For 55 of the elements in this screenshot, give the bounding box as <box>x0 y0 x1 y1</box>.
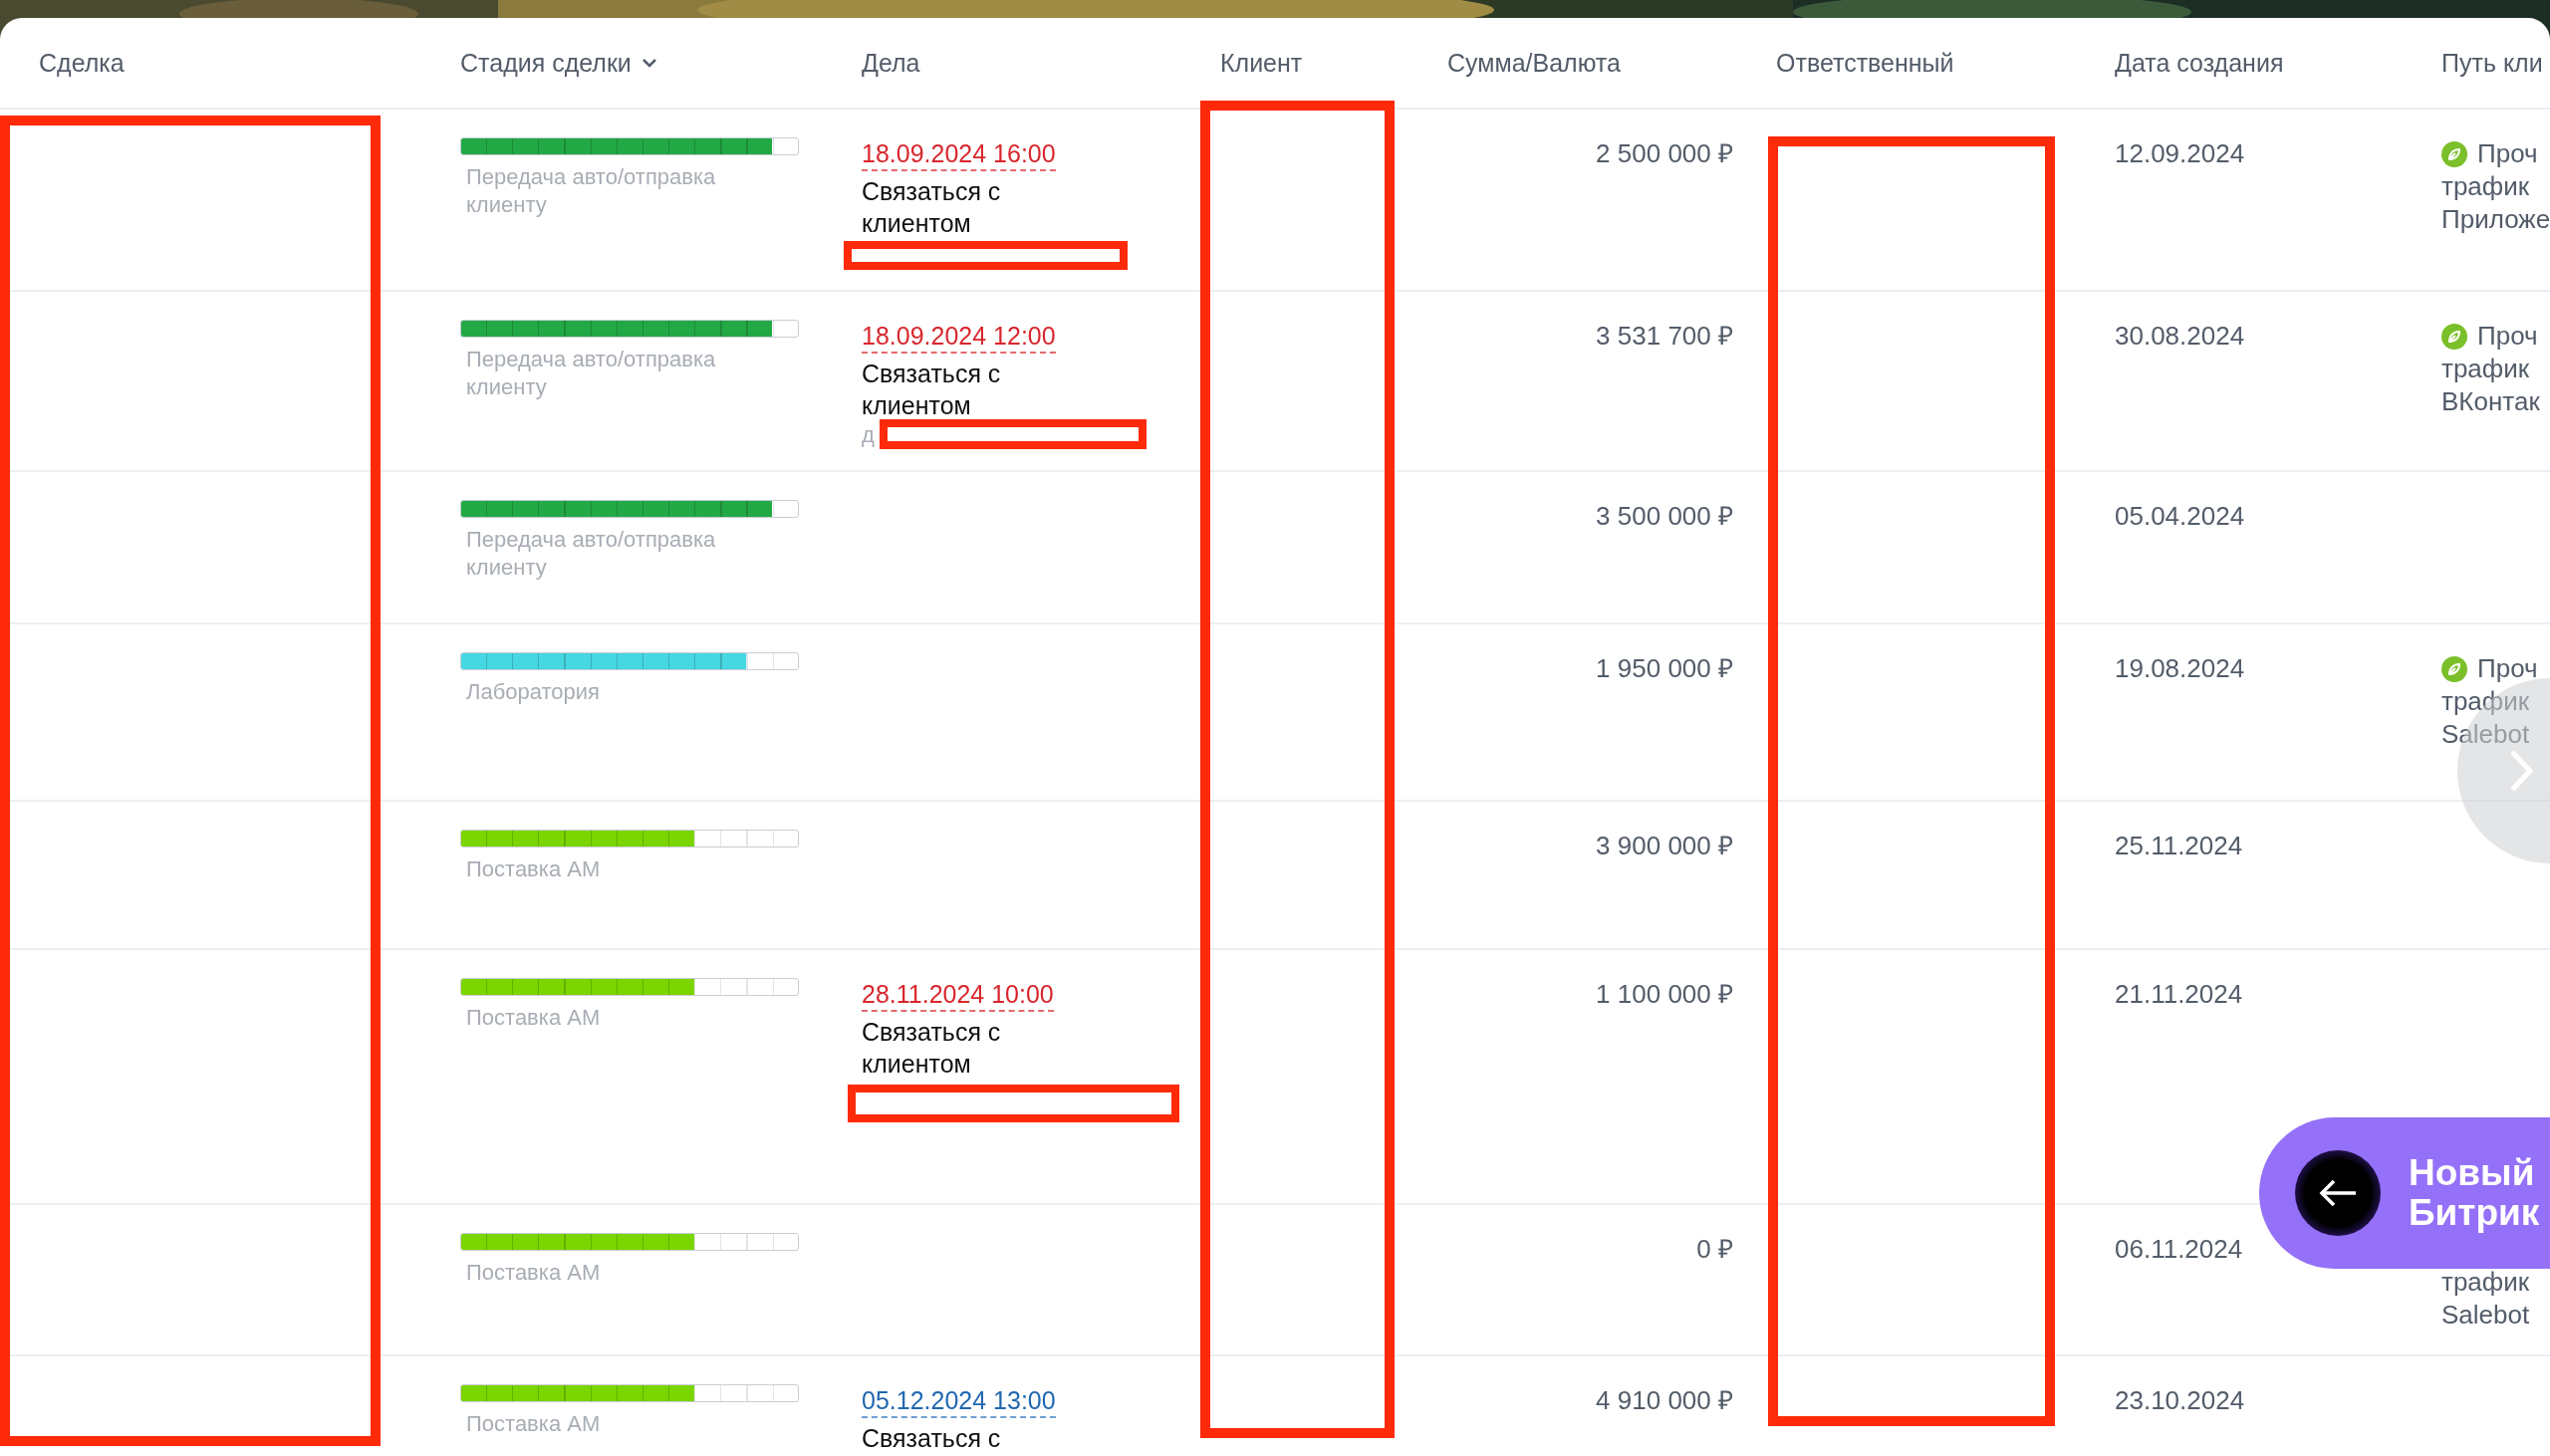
path-text: трафик <box>2441 170 2530 203</box>
stage-label: Поставка АМ <box>465 855 601 883</box>
stage-label: Поставка АМ <box>465 1410 601 1438</box>
created-date: 21.11.2024 <box>2115 978 2243 1010</box>
created-date: 06.11.2024 <box>2115 1233 2243 1265</box>
activity-deadline-link[interactable]: 18.09.2024 12:00 <box>862 320 1056 354</box>
amount: 2 500 000 ₽ <box>1596 137 1733 169</box>
path-text: Проч <box>2477 652 2538 685</box>
column-header[interactable]: Клиент <box>1220 48 1303 78</box>
path-text: Salebot <box>2441 1299 2530 1332</box>
amount: 1 100 000 ₽ <box>1596 978 1733 1010</box>
path-text: трафик <box>2441 685 2530 718</box>
created-date: 19.08.2024 <box>2115 652 2245 684</box>
activity-title: Связаться с клиентом <box>862 176 1002 239</box>
created-date: 25.11.2024 <box>2115 830 2243 861</box>
amount: 1 950 000 ₽ <box>1596 652 1733 684</box>
path-text: Приложе <box>2441 203 2550 236</box>
activity-title: Связаться с клиентом <box>862 1017 1002 1080</box>
path-text: трафик <box>2441 1266 2530 1299</box>
path-text: трафик <box>2441 353 2530 385</box>
column-header[interactable]: Сумма/Валюта <box>1447 48 1621 78</box>
path-text: Проч <box>2477 320 2538 353</box>
column-header[interactable]: Дела <box>862 48 920 78</box>
created-date: 30.08.2024 <box>2115 320 2245 352</box>
stage-label: Поставка АМ <box>465 1259 601 1287</box>
activity-note: д <box>862 421 875 449</box>
stage-label: Передача авто/отправка клиенту <box>465 346 717 401</box>
stage-label: Поставка АМ <box>465 1004 601 1032</box>
column-header[interactable]: Ответственный <box>1776 48 1954 78</box>
amount: 3 531 700 ₽ <box>1596 320 1733 352</box>
path-text: ВКонтак <box>2441 385 2540 418</box>
amount: 0 ₽ <box>1696 1233 1733 1265</box>
path-text: Salebot <box>2441 718 2530 751</box>
column-header[interactable]: Путь кли <box>2441 48 2543 78</box>
amount: 3 900 000 ₽ <box>1596 830 1733 861</box>
column-header[interactable]: Сделка <box>39 48 125 78</box>
activity-title: Связаться с клиентом <box>862 359 1002 421</box>
activity-title: Связаться с <box>862 1423 1001 1454</box>
activity-deadline-link[interactable]: 28.11.2024 10:00 <box>862 978 1054 1012</box>
created-date: 05.04.2024 <box>2115 500 2245 532</box>
stage-label: Передача авто/отправка клиенту <box>465 526 717 582</box>
amount: 3 500 000 ₽ <box>1596 500 1733 532</box>
new-version-banner[interactable]: Новый Битрик <box>2259 1117 2550 1269</box>
activity-deadline-link[interactable]: 18.09.2024 16:00 <box>862 137 1056 171</box>
stage-label: Передача авто/отправка клиенту <box>465 163 717 219</box>
column-header[interactable]: Стадия сделки <box>460 48 632 78</box>
created-date: 23.10.2024 <box>2115 1384 2245 1416</box>
column-header[interactable]: Дата создания <box>2115 48 2284 78</box>
path-text: Проч <box>2477 137 2538 170</box>
chevron-down-icon[interactable] <box>640 57 657 69</box>
activity-deadline-link[interactable]: 05.12.2024 13:00 <box>862 1384 1056 1418</box>
created-date: 12.09.2024 <box>2115 137 2245 169</box>
banner-title: Новый Битрик <box>2409 1153 2540 1233</box>
stage-label: Лаборатория <box>465 678 600 706</box>
amount: 4 910 000 ₽ <box>1596 1384 1733 1416</box>
